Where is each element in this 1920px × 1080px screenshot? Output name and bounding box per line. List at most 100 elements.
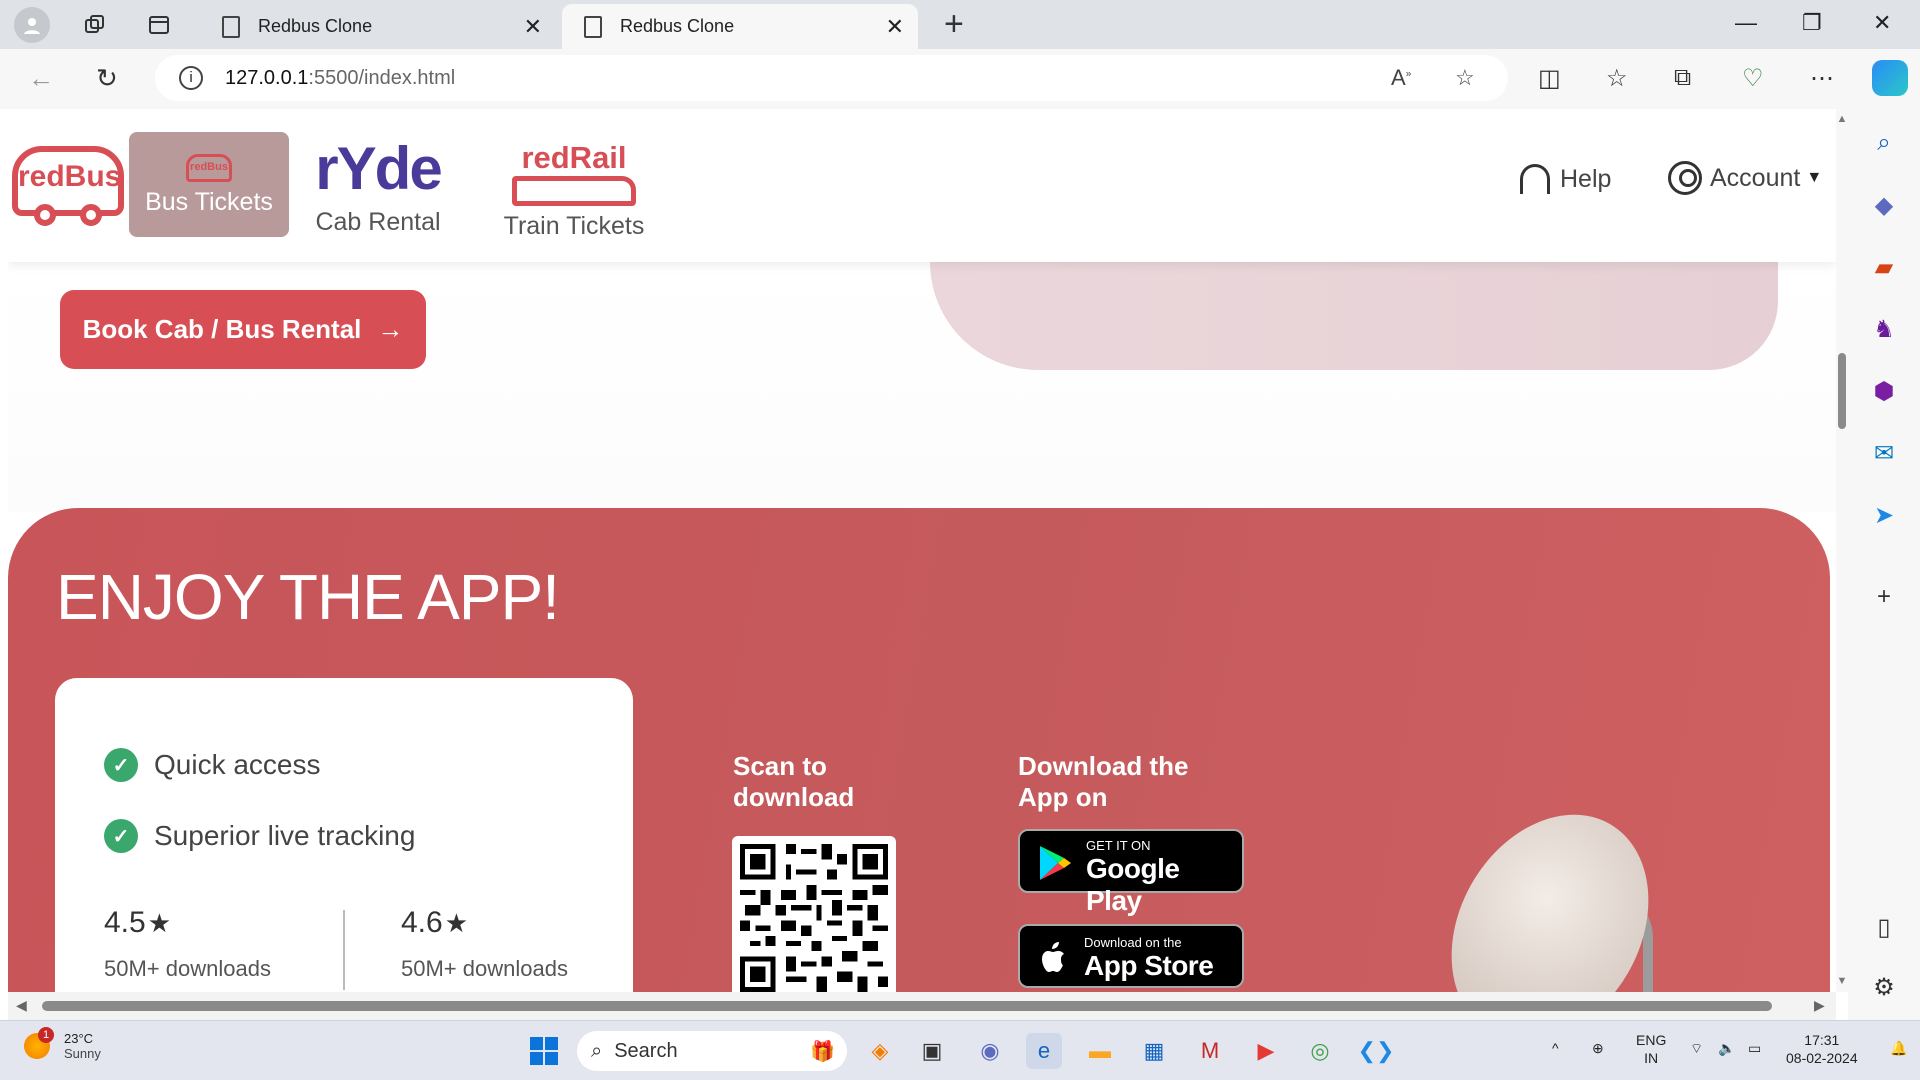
vertical-tabs-icon[interactable] bbox=[146, 12, 172, 38]
nav-train-tickets[interactable]: redRail Train Tickets bbox=[494, 132, 654, 240]
minimize-button[interactable]: — bbox=[1735, 10, 1757, 36]
redrail-logo: redRail bbox=[521, 140, 627, 175]
decorative-blob bbox=[930, 262, 1778, 370]
games-icon[interactable]: ♞ bbox=[1866, 311, 1902, 347]
tab-redbus-clone-1[interactable]: Redbus Clone ✕ bbox=[200, 4, 556, 49]
send-icon[interactable]: ➤ bbox=[1866, 497, 1902, 533]
edge-icon[interactable]: e bbox=[1026, 1033, 1062, 1069]
store-big-text: Google Play bbox=[1086, 853, 1180, 916]
rating-value: 4.5 bbox=[104, 906, 146, 939]
feature-item: ✓ Superior live tracking bbox=[104, 819, 415, 853]
nav-cab-rental[interactable]: rYde Cab Rental bbox=[308, 132, 448, 237]
shopping-tag-icon[interactable]: ◆ bbox=[1866, 187, 1902, 223]
google-play-button[interactable]: GET IT ON Google Play bbox=[1018, 829, 1244, 916]
workspaces-icon[interactable] bbox=[82, 12, 108, 38]
train-icon bbox=[512, 176, 636, 206]
clock-date: 08-02-2024 bbox=[1786, 1050, 1858, 1066]
book-cab-bus-rental-button[interactable]: Book Cab / Bus Rental → bbox=[60, 290, 426, 369]
scroll-thumb[interactable] bbox=[42, 1001, 1772, 1011]
bus-mini-logo-icon: redBus bbox=[186, 154, 232, 182]
mcafee-icon[interactable]: M bbox=[1192, 1033, 1228, 1069]
teams-chat-icon[interactable]: ◉ bbox=[972, 1033, 1008, 1069]
clock[interactable]: 17:31 08-02-2024 bbox=[1786, 1031, 1858, 1067]
new-tab-button[interactable]: + bbox=[944, 6, 964, 42]
download-count: 50M+ downloads bbox=[401, 956, 568, 981]
close-window-button[interactable]: ✕ bbox=[1873, 10, 1891, 36]
taskbar-search[interactable]: ⌕ Search 🎁 bbox=[577, 1031, 847, 1071]
url-host: 127.0.0.1 bbox=[225, 66, 309, 89]
close-tab-icon[interactable]: ✕ bbox=[524, 14, 542, 40]
url-bar[interactable]: i 127.0.0.1:5500/index.html A» ☆ bbox=[155, 55, 1508, 101]
volume-icon[interactable]: 🔈 bbox=[1718, 1039, 1735, 1057]
tab-redbus-clone-2[interactable]: Redbus Clone ✕ bbox=[562, 4, 918, 49]
start-button[interactable] bbox=[526, 1033, 562, 1069]
redbus-logo[interactable]: redBus bbox=[12, 146, 124, 226]
tab-title: Redbus Clone bbox=[258, 16, 373, 36]
site-info-icon[interactable]: i bbox=[179, 66, 203, 90]
sun-icon: 1 bbox=[24, 1027, 54, 1059]
back-arrow-icon[interactable]: ← bbox=[28, 63, 54, 94]
hide-sidebar-icon[interactable]: ▯ bbox=[1866, 909, 1902, 945]
collections-icon[interactable]: ⧉ bbox=[1674, 64, 1691, 92]
nav-bus-tickets[interactable]: redBus Bus Tickets bbox=[129, 132, 289, 237]
restore-button[interactable]: ❐ bbox=[1802, 10, 1822, 36]
weather-temp: 23°C bbox=[64, 1031, 94, 1046]
vscode-icon[interactable]: ❮❯ bbox=[1358, 1033, 1395, 1069]
scroll-right-arrow-icon[interactable]: ▶ bbox=[1814, 997, 1825, 1014]
lang-line-1: ENG bbox=[1636, 1032, 1667, 1048]
scroll-down-arrow-icon[interactable]: ▼ bbox=[1836, 975, 1848, 987]
task-view-icon[interactable]: ▣ bbox=[914, 1033, 950, 1069]
tools-briefcase-icon[interactable]: ▰ bbox=[1866, 249, 1902, 285]
star-icon: ★ bbox=[147, 908, 172, 938]
favorite-star-icon[interactable]: ☆ bbox=[1455, 65, 1475, 91]
file-explorer-icon[interactable]: ▬ bbox=[1082, 1033, 1118, 1069]
battery-icon[interactable]: ▭ bbox=[1748, 1039, 1761, 1057]
account-menu[interactable]: Account ▼ bbox=[1668, 161, 1822, 195]
show-hidden-icons-chevron-icon[interactable]: ^ bbox=[1552, 1039, 1559, 1057]
scan-to-download-label: Scan to download bbox=[733, 751, 855, 812]
chrome-icon[interactable]: ◎ bbox=[1302, 1033, 1338, 1069]
url-path: :5500/index.html bbox=[308, 66, 456, 89]
search-icon[interactable]: ⌕ bbox=[1866, 125, 1902, 161]
refresh-icon[interactable]: ↻ bbox=[96, 63, 118, 94]
copilot-icon[interactable] bbox=[1872, 60, 1908, 96]
nav-label: Cab Rental bbox=[315, 208, 441, 236]
microsoft-store-icon[interactable]: ▦ bbox=[1136, 1033, 1172, 1069]
favorites-icon[interactable]: ☆ bbox=[1606, 64, 1628, 93]
copilot-taskbar-icon[interactable]: ◈ bbox=[862, 1033, 898, 1069]
nav-label: Bus Tickets bbox=[145, 188, 273, 216]
profile-icon[interactable] bbox=[14, 7, 50, 43]
language-indicator[interactable]: ENG IN bbox=[1636, 1031, 1666, 1067]
divider bbox=[343, 910, 345, 990]
horizontal-scrollbar[interactable]: ◀ ▶ bbox=[8, 992, 1836, 1020]
notifications-bell-icon[interactable]: 🔔 bbox=[1890, 1039, 1907, 1057]
page-icon bbox=[222, 15, 240, 38]
split-screen-icon[interactable]: ◫ bbox=[1538, 64, 1561, 93]
more-options-icon[interactable]: ⋯ bbox=[1810, 64, 1834, 93]
wifi-icon[interactable]: ⌔ bbox=[1690, 1039, 1703, 1057]
network-status-icon[interactable]: ⊕ bbox=[1592, 1039, 1604, 1057]
close-tab-icon[interactable]: ✕ bbox=[886, 14, 904, 40]
wheel bbox=[34, 204, 56, 226]
youtube-icon[interactable]: ▶ bbox=[1248, 1033, 1284, 1069]
help-link[interactable]: Help bbox=[1520, 164, 1611, 194]
office-icon[interactable]: ⬢ bbox=[1866, 373, 1902, 409]
star-icon: ★ bbox=[444, 908, 469, 938]
scroll-up-arrow-icon[interactable]: ▲ bbox=[1836, 113, 1848, 125]
rating-value: 4.6 bbox=[401, 906, 443, 939]
check-icon: ✓ bbox=[104, 819, 138, 853]
read-aloud-icon[interactable]: A» bbox=[1391, 65, 1411, 91]
weather-widget[interactable]: 1 23°C Sunny bbox=[24, 1027, 101, 1061]
store-small-text: GET IT ON bbox=[1086, 838, 1151, 853]
vertical-scrollbar[interactable]: ▲ ▼ bbox=[1836, 109, 1848, 992]
scroll-thumb[interactable] bbox=[1838, 353, 1846, 429]
add-sidebar-app-icon[interactable]: + bbox=[1866, 579, 1902, 615]
account-label: Account bbox=[1710, 163, 1801, 192]
scroll-left-arrow-icon[interactable]: ◀ bbox=[16, 997, 27, 1014]
app-store-button[interactable]: Download on the App Store bbox=[1018, 924, 1244, 988]
settings-gear-icon[interactable]: ⚙ bbox=[1866, 969, 1902, 1005]
browser-essentials-icon[interactable]: ♡ bbox=[1742, 64, 1764, 93]
caret-down-icon: ▼ bbox=[1806, 169, 1823, 186]
feature-label: Quick access bbox=[154, 749, 321, 780]
outlook-icon[interactable]: ✉ bbox=[1866, 435, 1902, 471]
